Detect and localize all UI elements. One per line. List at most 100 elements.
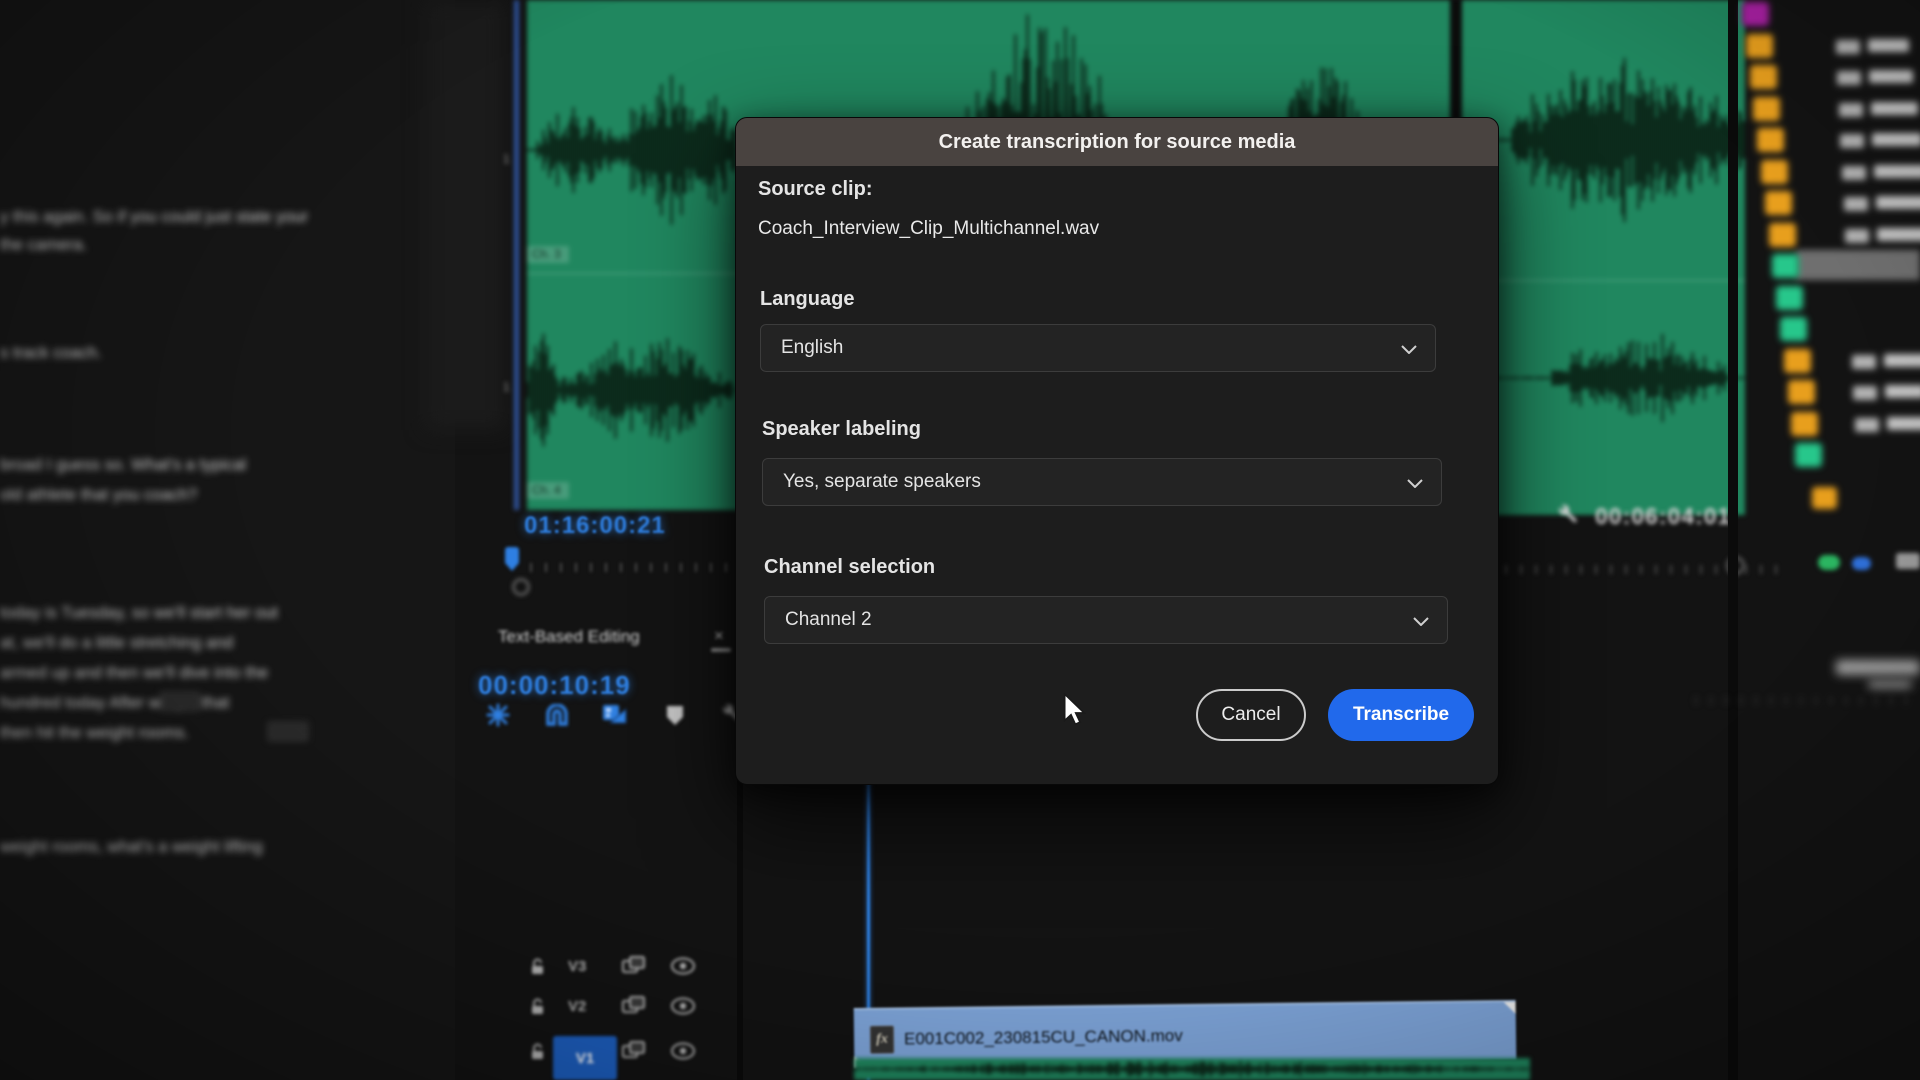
speaker-labeling-dropdown[interactable]: Yes, separate speakers xyxy=(762,458,1442,506)
speaker-color-swatch xyxy=(1753,96,1781,121)
lock-icon[interactable] xyxy=(530,998,545,1016)
transcript-line[interactable]: at, we'll do a little stretching and xyxy=(0,634,233,653)
tab-text-based-editing[interactable]: Text-Based Editing xyxy=(498,627,640,647)
list-row-icon xyxy=(1853,386,1878,400)
cancel-button[interactable]: Cancel xyxy=(1196,689,1306,741)
speaker-color-swatch xyxy=(1795,443,1823,467)
speaker-color-swatch xyxy=(1787,380,1815,404)
status-chip-gray xyxy=(1896,553,1920,569)
language-label: Language xyxy=(760,288,855,310)
premiere-pro-app: y this again. So if you could just state… xyxy=(0,0,1920,1080)
list-row-text-blur xyxy=(1867,38,1909,52)
clip-selection-edge xyxy=(514,0,519,510)
source-clip-label: Source clip: xyxy=(758,178,873,200)
list-row-text-blur xyxy=(1883,353,1920,367)
fx-badge: fx xyxy=(869,1025,895,1054)
track-label-v2[interactable]: V2 xyxy=(568,998,586,1015)
sequence-timecode-blur xyxy=(1836,660,1920,675)
speaker-color-swatch xyxy=(1780,317,1807,341)
source-timecode[interactable]: 01:16:00:21 xyxy=(524,512,666,540)
settings-wrench-icon[interactable] xyxy=(1553,500,1579,526)
source-ruler[interactable] xyxy=(530,563,738,572)
language-value: English xyxy=(781,337,844,358)
speaker-color-swatch xyxy=(1761,159,1788,184)
right-panel-divider xyxy=(1728,0,1738,1080)
list-row-text-blur xyxy=(1874,164,1920,178)
speaker-labeling-value: Yes, separate speakers xyxy=(783,471,981,492)
program-timecode[interactable]: 00:06:04:01 xyxy=(1595,503,1731,530)
list-row-icon xyxy=(1837,71,1862,85)
speaker-color-swatch xyxy=(1742,2,1769,26)
dialog-titlebar: Create transcription for source media xyxy=(736,118,1498,166)
marker-shield-icon[interactable] xyxy=(665,704,685,726)
speaker-color-swatch xyxy=(1772,254,1800,278)
audio-track-number: 1 xyxy=(503,152,510,166)
speaker-swatch-panel xyxy=(1738,0,1920,1080)
list-row-icon xyxy=(1845,228,1870,243)
transcript-line[interactable]: armed up and then we'll dive into the xyxy=(0,664,268,683)
audio-waveform xyxy=(1462,0,1745,515)
transcript-timestamp-chip xyxy=(160,692,200,711)
clip-notch xyxy=(1503,1001,1516,1015)
speaker-color-swatch xyxy=(1768,222,1796,247)
channel-selection-dropdown[interactable]: Channel 2 xyxy=(764,596,1448,644)
speaker-color-swatch xyxy=(1764,191,1792,215)
list-row-text-blur xyxy=(1875,196,1920,209)
transcript-timestamp-chip xyxy=(268,722,308,741)
text-editing-timecode[interactable]: 00:00:10:19 xyxy=(478,670,631,701)
speaker-color-swatch xyxy=(1776,285,1804,310)
track-label-v1-selected[interactable]: V1 xyxy=(553,1036,617,1080)
caption-tool-icon[interactable] xyxy=(602,703,628,727)
transcript-line[interactable]: weight rooms, what's a weight lifting xyxy=(0,838,263,857)
playhead-pin-icon[interactable] xyxy=(503,546,521,574)
speaker-color-swatch xyxy=(1757,128,1785,152)
mini-ruler xyxy=(1695,696,1920,705)
list-row-icon xyxy=(1835,39,1860,54)
chevron-down-icon xyxy=(1413,617,1429,626)
audio-clip-strip[interactable] xyxy=(854,1058,1530,1080)
list-row-text-blur xyxy=(1885,385,1920,398)
lock-icon[interactable] xyxy=(530,1043,545,1061)
speaker-color-swatch xyxy=(1783,348,1811,373)
list-row-text-blur xyxy=(1869,70,1914,83)
channel-label: Ch. 3 xyxy=(527,246,569,263)
status-dot-blue xyxy=(1852,557,1871,570)
audio-track-number: 1 xyxy=(503,380,510,394)
speaker-color-swatch xyxy=(1749,65,1777,89)
list-row-text-blur xyxy=(1877,227,1920,241)
list-row-text-blur xyxy=(1886,416,1920,430)
scrubber-dot-icon[interactable] xyxy=(512,578,530,596)
transcribe-button[interactable]: Transcribe xyxy=(1328,689,1474,741)
color-swatch xyxy=(1812,487,1837,509)
track-label-v3[interactable]: V3 xyxy=(568,958,586,975)
sync-lock-icon[interactable] xyxy=(622,956,646,976)
sync-lock-icon[interactable] xyxy=(622,996,646,1016)
speaker-labeling-label: Speaker labeling xyxy=(762,418,921,440)
speaker-color-swatch xyxy=(1745,33,1773,58)
lock-icon[interactable] xyxy=(530,958,545,976)
snap-magnet-icon[interactable] xyxy=(545,704,569,726)
waveform-area-right[interactable] xyxy=(1462,0,1745,515)
source-clip-value: Coach_Interview_Clip_Multichannel.wav xyxy=(758,218,1100,239)
eye-icon[interactable] xyxy=(670,1042,696,1060)
list-row-icon xyxy=(1851,354,1876,369)
eye-icon[interactable] xyxy=(670,957,696,975)
close-icon[interactable]: × xyxy=(714,626,724,646)
list-row-text-blur xyxy=(1870,101,1918,115)
sequence-subtext-blur xyxy=(1868,681,1912,688)
chevron-down-icon xyxy=(1407,479,1423,488)
speaker-color-swatch xyxy=(1791,411,1819,436)
chevron-down-icon xyxy=(1401,345,1417,354)
sync-lock-icon[interactable] xyxy=(622,1041,646,1061)
transcript-line[interactable]: then hit the weight rooms. xyxy=(0,724,189,743)
list-row-icon xyxy=(1840,134,1865,148)
scrollbar-nub[interactable] xyxy=(711,648,731,652)
status-dot-green xyxy=(1818,555,1840,570)
mouse-cursor xyxy=(1063,693,1087,725)
list-row-text-blur xyxy=(1872,133,1920,146)
filter-pauses-icon[interactable] xyxy=(486,703,510,727)
eye-icon[interactable] xyxy=(670,997,696,1015)
list-row-icon xyxy=(1838,102,1863,117)
language-dropdown[interactable]: English xyxy=(760,324,1436,372)
channel-selection-label: Channel selection xyxy=(764,556,936,578)
